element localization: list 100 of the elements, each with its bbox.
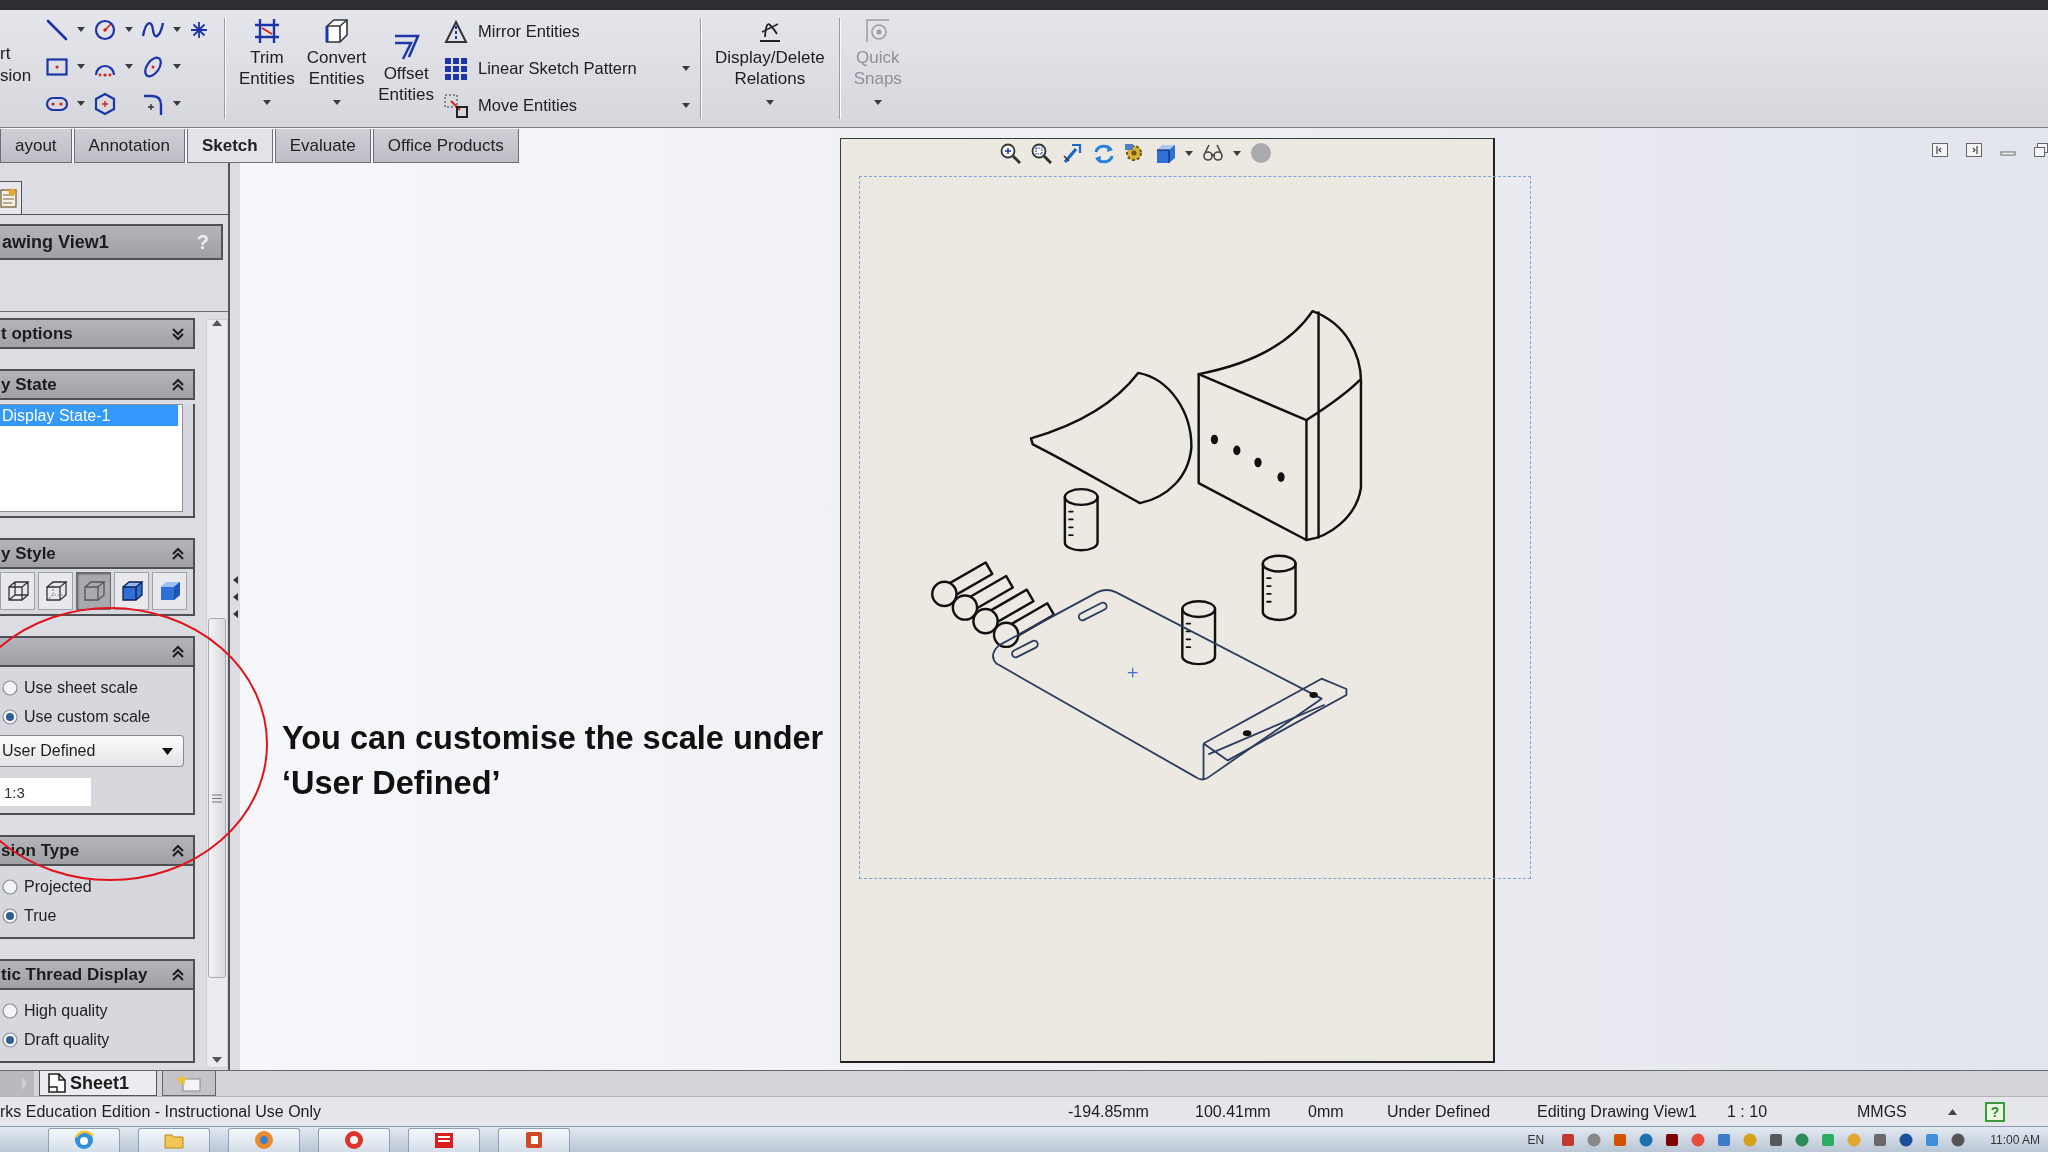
scroll-down-icon[interactable] xyxy=(212,1057,222,1063)
tab[interactable]: ayout xyxy=(0,129,72,163)
display-style-button[interactable] xyxy=(38,572,73,610)
caret-icon[interactable] xyxy=(77,64,85,69)
cube-icon[interactable] xyxy=(1154,142,1176,164)
property-manager-icon[interactable] xyxy=(0,187,18,209)
toolbar-button[interactable]: Convert Entities xyxy=(300,15,373,91)
tray-icon[interactable] xyxy=(1560,1131,1577,1148)
status-readout: 0mm xyxy=(1308,1101,1345,1122)
taskbar-button[interactable] xyxy=(228,1127,300,1152)
tab[interactable]: Annotation xyxy=(73,129,185,163)
toolbar-button[interactable]: Linear Sketch Pattern xyxy=(442,56,683,81)
display-style-button[interactable] xyxy=(0,572,35,610)
rotate-icon[interactable] xyxy=(1092,142,1114,164)
shaded-edges-cube-icon xyxy=(119,579,144,603)
toolbar-button[interactable]: Display/Delete Relations xyxy=(709,15,831,91)
move-icon xyxy=(444,93,469,118)
taskbar-button[interactable] xyxy=(48,1127,120,1152)
scroll-up-icon[interactable] xyxy=(212,320,222,326)
section-header[interactable]: y Style xyxy=(0,538,195,569)
tray-icon[interactable] xyxy=(1768,1131,1785,1148)
tile-icon[interactable] xyxy=(1966,143,1982,157)
language-indicator[interactable]: EN xyxy=(1527,1130,1545,1149)
caret-icon[interactable] xyxy=(682,103,691,108)
double-chevron-icon[interactable] xyxy=(171,842,185,859)
double-chevron-icon[interactable] xyxy=(171,643,185,660)
display-style-button[interactable] xyxy=(114,572,149,610)
double-chevron-icon[interactable] xyxy=(171,966,185,983)
glasses-icon[interactable] xyxy=(1202,142,1224,164)
caret-icon[interactable] xyxy=(173,101,181,106)
radio-button[interactable] xyxy=(2,907,18,924)
help-button[interactable]: ? xyxy=(1985,1101,2005,1122)
caret-icon[interactable] xyxy=(173,64,181,69)
option-label: High quality xyxy=(24,1000,108,1021)
app-icon xyxy=(253,1129,275,1151)
tray-icon[interactable] xyxy=(1950,1131,1967,1148)
section-header[interactable]: t options xyxy=(0,318,195,349)
radio-button[interactable] xyxy=(2,679,18,696)
double-chevron-icon[interactable] xyxy=(171,376,185,393)
tray-icon[interactable] xyxy=(1872,1131,1889,1148)
tray-icon[interactable] xyxy=(1664,1131,1681,1148)
toolbar-button[interactable]: Mirror Entities xyxy=(442,19,683,44)
section-title: y Style xyxy=(1,542,56,565)
caret-icon[interactable] xyxy=(1233,150,1241,156)
scrollbar-thumb[interactable] xyxy=(208,618,226,978)
tab[interactable]: Evaluate xyxy=(274,129,371,163)
wireframe-cube-icon xyxy=(5,579,30,603)
section-header[interactable] xyxy=(0,636,195,667)
polygon-icon[interactable] xyxy=(93,91,117,116)
zoom-area-icon[interactable] xyxy=(1030,142,1052,164)
caret-icon[interactable] xyxy=(77,101,85,106)
caret-icon[interactable] xyxy=(682,66,691,71)
caret-icon[interactable] xyxy=(262,100,271,105)
taskbar-button[interactable] xyxy=(408,1127,480,1152)
section-header[interactable]: y State xyxy=(0,369,195,400)
caret-icon[interactable] xyxy=(77,27,85,32)
option-label: Projected xyxy=(24,876,92,897)
toolbar-button[interactable]: Move Entities xyxy=(442,93,683,118)
toolbar-button[interactable]: rt sion xyxy=(0,10,34,127)
section-header[interactable]: tic Thread Display xyxy=(0,959,195,990)
caret-icon[interactable] xyxy=(1185,150,1193,156)
sheet-icon xyxy=(48,1073,66,1093)
taskbar-button[interactable] xyxy=(318,1127,390,1152)
caret-icon[interactable] xyxy=(125,64,133,69)
status-readout: 100.41mm xyxy=(1195,1101,1272,1122)
gear-icon[interactable] xyxy=(1123,142,1145,164)
callout-text: You can customise the scale under ‘User Defined’ xyxy=(282,719,825,803)
line-icon[interactable] xyxy=(45,17,69,42)
option-label: Use custom scale xyxy=(24,706,151,727)
caret-up-icon[interactable] xyxy=(1948,1108,1957,1115)
pointer-arrow-icon[interactable] xyxy=(1061,142,1083,164)
taskbar-button[interactable] xyxy=(498,1127,570,1152)
radio-button[interactable] xyxy=(2,708,18,725)
caret-icon[interactable] xyxy=(125,27,133,32)
zoom-fit-icon[interactable] xyxy=(999,142,1021,164)
caret-icon[interactable] xyxy=(332,100,341,105)
display-style-button[interactable] xyxy=(152,572,187,610)
tray-icon[interactable] xyxy=(1638,1131,1655,1148)
scale-dropdown[interactable]: User Defined xyxy=(0,735,184,767)
radio-button[interactable] xyxy=(2,878,18,895)
toolbar-button[interactable]: Trim Entities xyxy=(233,15,301,91)
panel-scrollbar[interactable] xyxy=(206,319,228,1068)
tile-icon[interactable] xyxy=(1932,143,1948,157)
ellipse-icon[interactable] xyxy=(141,54,165,79)
slides-app-icon xyxy=(523,1129,545,1151)
double-chevron-icon[interactable] xyxy=(171,545,185,562)
tab[interactable]: Office Products xyxy=(372,129,519,163)
circle-icon[interactable] xyxy=(93,17,117,42)
radio-button[interactable] xyxy=(2,1002,18,1019)
scale-field[interactable]: 1:3 xyxy=(0,778,91,806)
toolbar-button[interactable]: Offset Entities xyxy=(372,30,441,107)
double-chevron-icon[interactable] xyxy=(171,325,185,342)
sheet-tab[interactable]: Sheet1 xyxy=(39,1071,157,1096)
caret-icon[interactable] xyxy=(765,100,774,105)
caret-icon[interactable] xyxy=(173,27,181,32)
tray-icon[interactable] xyxy=(1898,1131,1915,1148)
tab[interactable]: Sketch xyxy=(186,129,273,163)
restore-icon[interactable] xyxy=(2034,143,2048,157)
radio-button[interactable] xyxy=(2,1031,18,1048)
status-readout: Under Defined xyxy=(1387,1101,1492,1122)
